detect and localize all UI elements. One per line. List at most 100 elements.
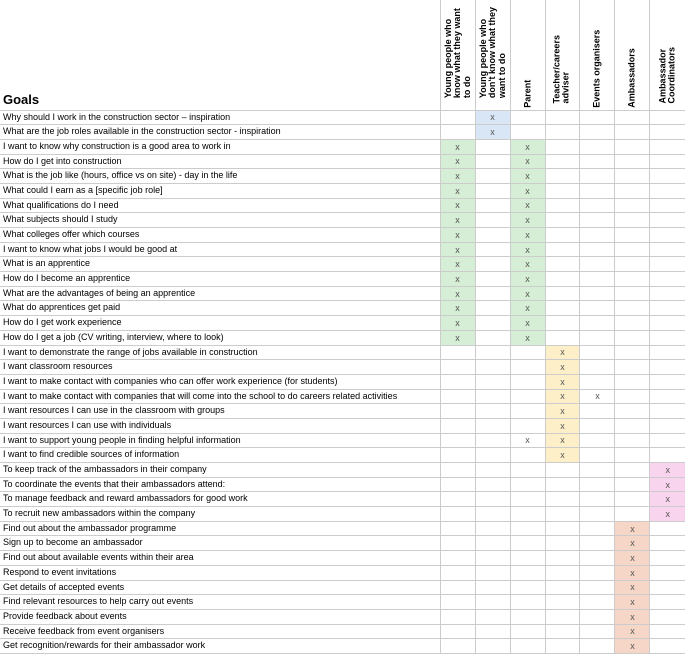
- matrix-cell: [545, 242, 580, 257]
- matrix-cell: [650, 183, 685, 198]
- matrix-cell: [510, 360, 545, 375]
- table-row: What do apprentices get paidxx: [0, 301, 685, 316]
- matrix-cell: [580, 565, 615, 580]
- matrix-cell: [475, 198, 510, 213]
- matrix-cell: [580, 492, 615, 507]
- matrix-cell: [650, 345, 685, 360]
- matrix-cell: [475, 228, 510, 243]
- audience-header-parent: Parent: [510, 0, 545, 110]
- matrix-cell: [580, 536, 615, 551]
- matrix-cell: [615, 154, 650, 169]
- matrix-cell: [510, 463, 545, 478]
- table-row: What subjects should I studyxx: [0, 213, 685, 228]
- matrix-cell: [440, 551, 475, 566]
- matrix-cell: [475, 580, 510, 595]
- matrix-cell: [580, 521, 615, 536]
- matrix-cell: [650, 139, 685, 154]
- matrix-cell: [650, 301, 685, 316]
- matrix-cell: [580, 433, 615, 448]
- matrix-cell: [615, 477, 650, 492]
- matrix-cell: [545, 316, 580, 331]
- matrix-cell: x: [510, 433, 545, 448]
- table-row: How do I get into constructionxx: [0, 154, 685, 169]
- matrix-cell: x: [440, 257, 475, 272]
- goal-label: I want to make contact with companies wh…: [0, 374, 440, 389]
- matrix-cell: [580, 639, 615, 654]
- matrix-cell: [580, 624, 615, 639]
- matrix-cell: [545, 639, 580, 654]
- table-row: Find out about available events within t…: [0, 551, 685, 566]
- matrix-cell: [580, 242, 615, 257]
- matrix-cell: [650, 169, 685, 184]
- matrix-cell: [580, 551, 615, 566]
- matrix-cell: [580, 463, 615, 478]
- matrix-cell: [475, 257, 510, 272]
- table-row: How do I become an apprenticexx: [0, 272, 685, 287]
- table-row: To manage feedback and reward ambassador…: [0, 492, 685, 507]
- table-row: Receive feedback from event organisersx: [0, 624, 685, 639]
- matrix-cell: x: [510, 272, 545, 287]
- matrix-cell: x: [615, 609, 650, 624]
- matrix-cell: [510, 418, 545, 433]
- matrix-cell: [440, 521, 475, 536]
- matrix-cell: [615, 389, 650, 404]
- matrix-cell: [650, 213, 685, 228]
- matrix-cell: [615, 272, 650, 287]
- matrix-cell: [615, 374, 650, 389]
- matrix-cell: [475, 345, 510, 360]
- matrix-cell: [650, 536, 685, 551]
- matrix-cell: [475, 492, 510, 507]
- goal-label: What do apprentices get paid: [0, 301, 440, 316]
- matrix-cell: [440, 536, 475, 551]
- audience-header-ambassadors: Ambassadors: [615, 0, 650, 110]
- matrix-cell: [475, 551, 510, 566]
- matrix-cell: [545, 257, 580, 272]
- matrix-cell: [475, 433, 510, 448]
- matrix-cell: [650, 551, 685, 566]
- matrix-cell: [650, 316, 685, 331]
- goal-label: To coordinate the events that their amba…: [0, 477, 440, 492]
- matrix-cell: [440, 463, 475, 478]
- matrix-cell: [545, 228, 580, 243]
- matrix-cell: [545, 286, 580, 301]
- matrix-cell: [615, 316, 650, 331]
- matrix-cell: [475, 183, 510, 198]
- goal-label: I want to know why construction is a goo…: [0, 139, 440, 154]
- matrix-cell: [615, 360, 650, 375]
- table-row: What is an apprenticexx: [0, 257, 685, 272]
- matrix-cell: x: [510, 228, 545, 243]
- matrix-cell: [650, 404, 685, 419]
- goal-label: I want to support young people in findin…: [0, 433, 440, 448]
- matrix-cell: [580, 609, 615, 624]
- matrix-cell: [545, 536, 580, 551]
- table-row: What could I earn as a [specific job rol…: [0, 183, 685, 198]
- matrix-cell: [650, 272, 685, 287]
- goal-label: I want to make contact with companies th…: [0, 389, 440, 404]
- matrix-cell: [615, 213, 650, 228]
- matrix-cell: [615, 492, 650, 507]
- matrix-cell: [475, 624, 510, 639]
- matrix-cell: [615, 110, 650, 125]
- table-row: I want to support young people in findin…: [0, 433, 685, 448]
- table-row: To recruit new ambassadors within the co…: [0, 507, 685, 522]
- matrix-cell: [545, 609, 580, 624]
- matrix-cell: [510, 125, 545, 140]
- matrix-cell: x: [545, 374, 580, 389]
- table-row: Find relevant resources to help carry ou…: [0, 595, 685, 610]
- matrix-cell: x: [440, 169, 475, 184]
- matrix-cell: [545, 139, 580, 154]
- matrix-cell: x: [615, 565, 650, 580]
- matrix-cell: [650, 242, 685, 257]
- matrix-cell: [510, 565, 545, 580]
- matrix-cell: [650, 360, 685, 375]
- matrix-cell: [615, 183, 650, 198]
- matrix-cell: [475, 154, 510, 169]
- matrix-cell: [440, 448, 475, 463]
- goal-label: Get details of accepted events: [0, 580, 440, 595]
- matrix-cell: [475, 448, 510, 463]
- matrix-cell: [440, 374, 475, 389]
- matrix-cell: [615, 301, 650, 316]
- goal-label: I want resources I can use in the classr…: [0, 404, 440, 419]
- matrix-cell: [580, 286, 615, 301]
- matrix-cell: [440, 110, 475, 125]
